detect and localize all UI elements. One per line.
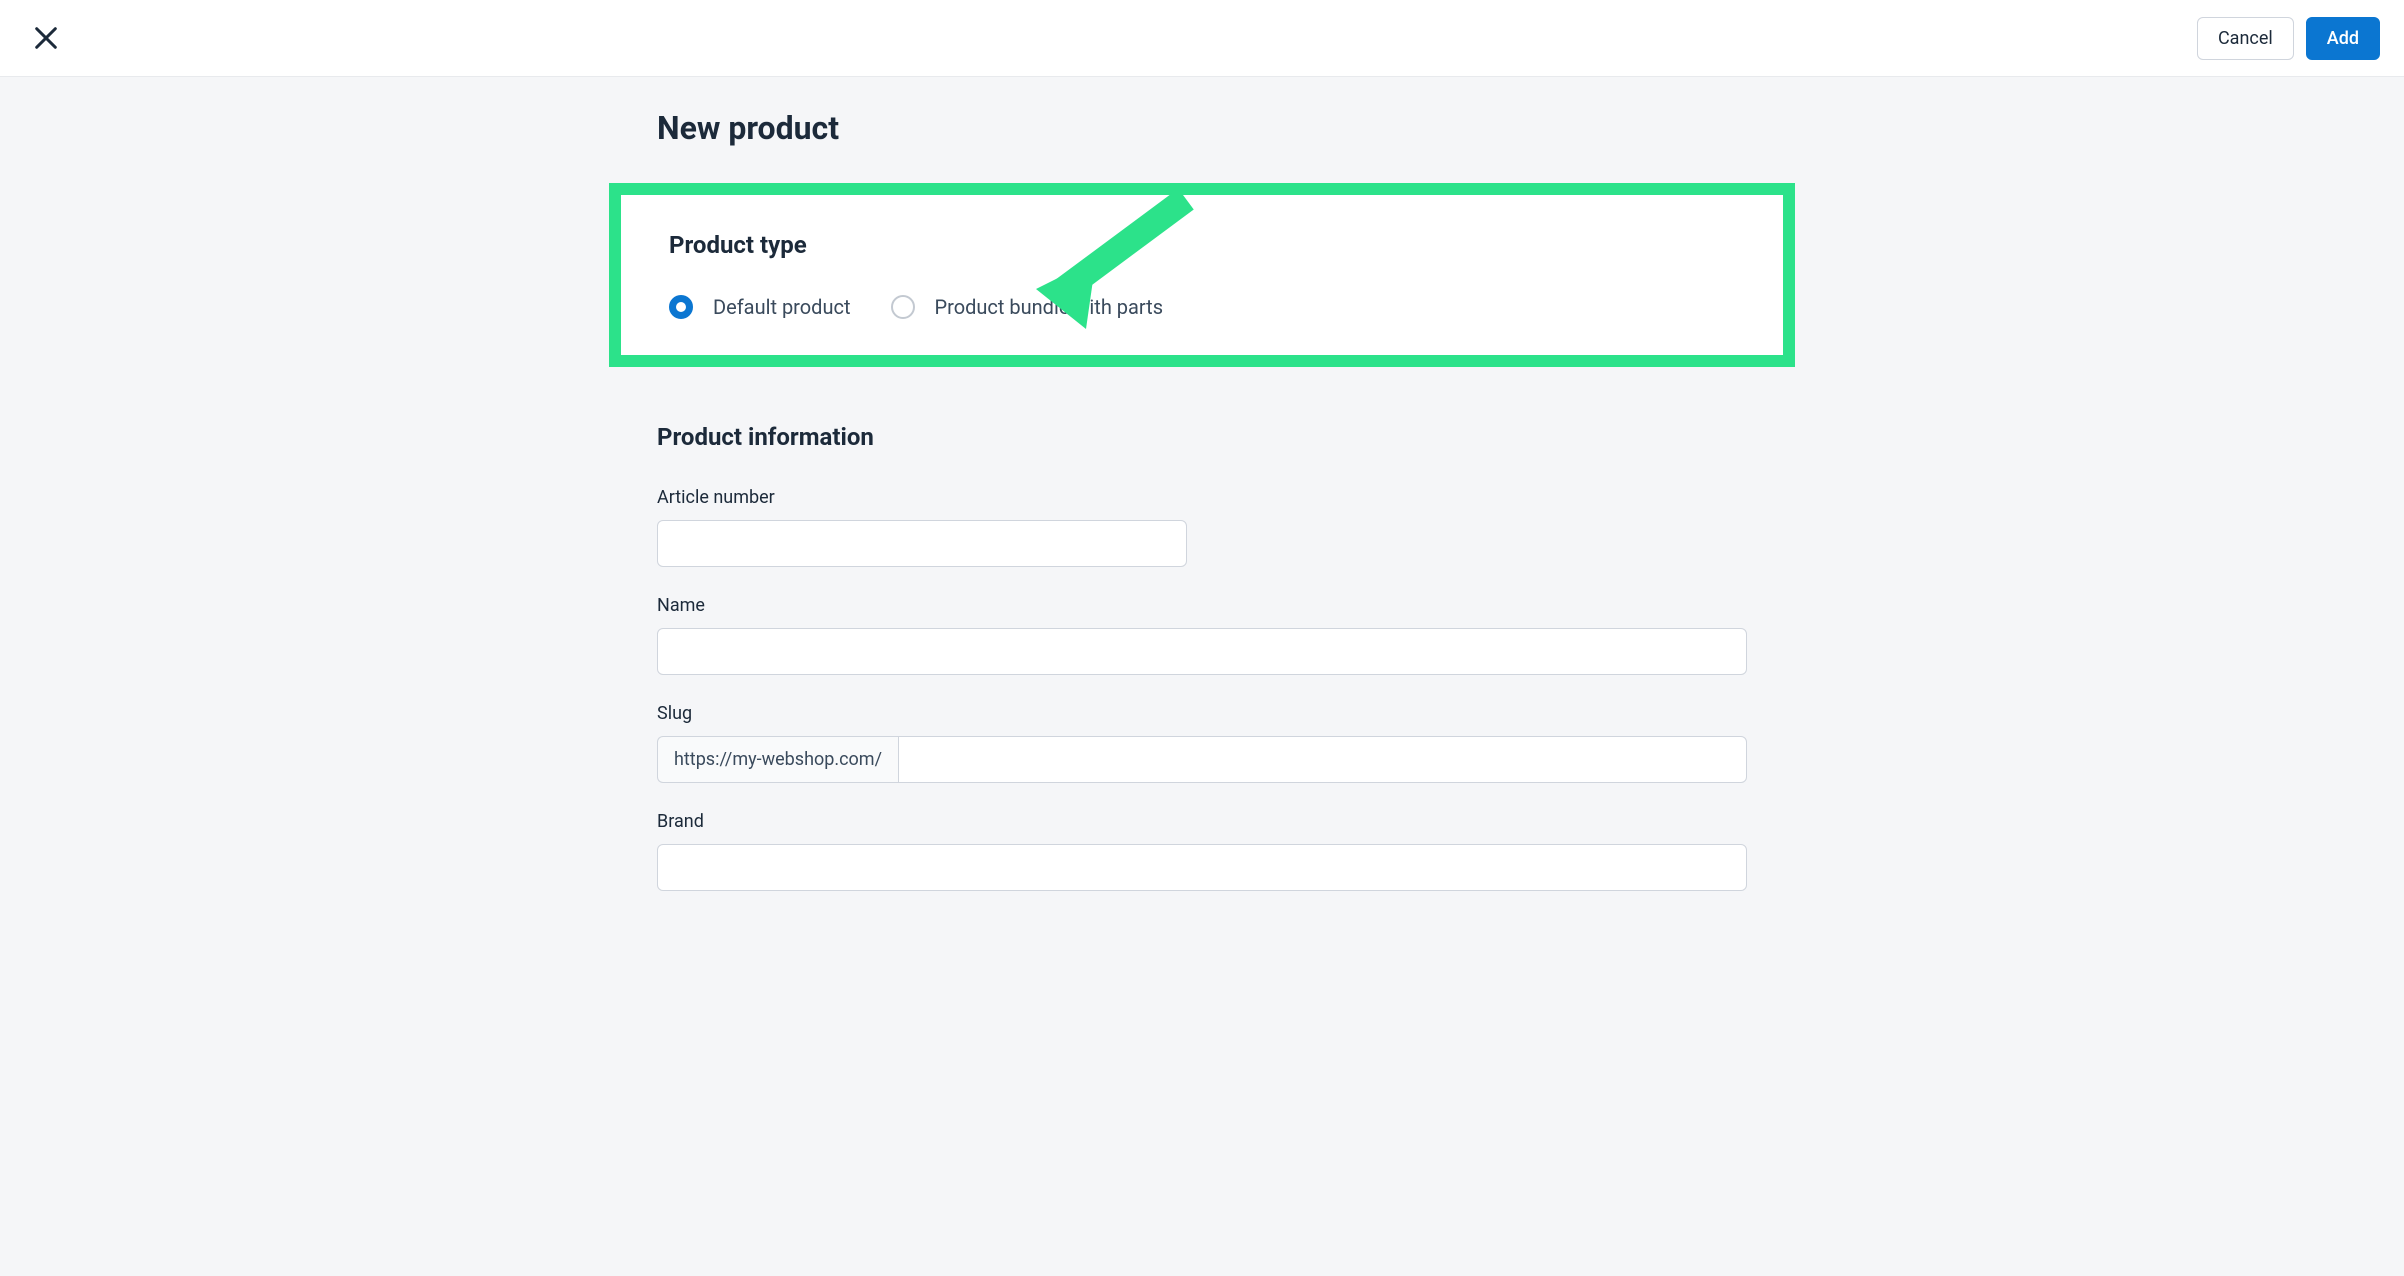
radio-default-product[interactable]: Default product <box>669 295 851 319</box>
field-brand: Brand <box>657 811 1747 877</box>
field-name: Name <box>657 595 1747 675</box>
name-input[interactable] <box>657 628 1747 675</box>
radio-checked-icon <box>669 295 693 319</box>
close-icon <box>32 24 60 52</box>
brand-label: Brand <box>657 811 1747 832</box>
radio-product-bundle[interactable]: Product bundle with parts <box>891 295 1164 319</box>
article-number-label: Article number <box>657 487 1747 508</box>
slug-label: Slug <box>657 703 1747 724</box>
top-bar-left <box>24 16 68 60</box>
product-type-radio-group: Default product Product bundle with part… <box>669 295 1735 319</box>
cancel-button[interactable]: Cancel <box>2197 17 2294 60</box>
radio-unchecked-icon <box>891 295 915 319</box>
slug-input[interactable] <box>898 736 1747 783</box>
add-button[interactable]: Add <box>2306 17 2380 60</box>
page-title: New product <box>657 109 1747 147</box>
top-bar: Cancel Add <box>0 0 2404 77</box>
radio-label: Default product <box>713 295 851 319</box>
content-container: New product Product type Default product <box>627 109 1777 877</box>
product-type-card-highlighted: Product type Default product Product bun… <box>609 183 1795 367</box>
slug-prefix: https://my-webshop.com/ <box>657 736 898 783</box>
product-information-section: Product information Article number Name … <box>657 367 1747 877</box>
field-article-number: Article number <box>657 487 1747 567</box>
top-bar-right: Cancel Add <box>2197 17 2380 60</box>
page-body: New product Product type Default product <box>0 109 2404 965</box>
close-button[interactable] <box>24 16 68 60</box>
radio-label: Product bundle with parts <box>935 295 1164 319</box>
article-number-input[interactable] <box>657 520 1187 567</box>
product-information-title: Product information <box>657 423 1747 451</box>
product-type-section-title: Product type <box>669 231 1735 259</box>
name-label: Name <box>657 595 1747 616</box>
brand-input[interactable] <box>657 844 1747 891</box>
slug-input-group: https://my-webshop.com/ <box>657 736 1747 783</box>
field-slug: Slug https://my-webshop.com/ <box>657 703 1747 783</box>
